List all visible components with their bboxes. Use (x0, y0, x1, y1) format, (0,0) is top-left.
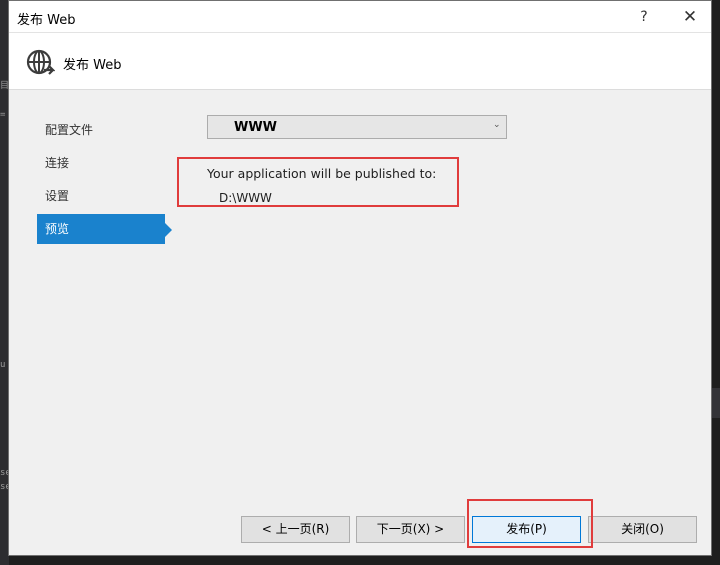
globe-publish-icon (26, 49, 55, 75)
help-button[interactable]: ? (629, 4, 659, 30)
header-title: 发布 Web (63, 58, 122, 73)
profile-select[interactable]: WWW ⌄ (207, 115, 507, 139)
title-bar[interactable]: 发布 Web ? ✕ (9, 1, 711, 32)
publish-web-dialog: 发布 Web ? ✕ 发布 Web 配置文件 连接 设置 预览 WWW ⌄ Yo… (8, 0, 712, 556)
nav-item-connection[interactable]: 连接 (37, 148, 165, 178)
nav-item-preview[interactable]: 预览 (37, 214, 165, 244)
close-icon[interactable]: ✕ (675, 4, 705, 30)
chevron-down-icon: ⌄ (493, 120, 501, 130)
profile-select-value: WWW (234, 120, 278, 135)
nav-item-settings[interactable]: 设置 (37, 181, 165, 211)
editor-background-glyph: u (0, 360, 6, 370)
editor-background-glyph: = (0, 110, 6, 120)
publish-button-highlight (467, 499, 593, 548)
previous-button[interactable]: < 上一页(R) (241, 516, 350, 543)
publish-target-description: Your application will be published to: (207, 166, 437, 181)
close-button[interactable]: 关闭(O) (588, 516, 697, 543)
dialog-header: 发布 Web (9, 32, 711, 90)
publish-target-path: D:\WWW (219, 191, 272, 205)
next-button[interactable]: 下一页(X) > (356, 516, 465, 543)
window-title: 发布 Web (17, 13, 76, 28)
nav-item-profile[interactable]: 配置文件 (37, 115, 165, 145)
nav-active-pointer (165, 223, 172, 237)
